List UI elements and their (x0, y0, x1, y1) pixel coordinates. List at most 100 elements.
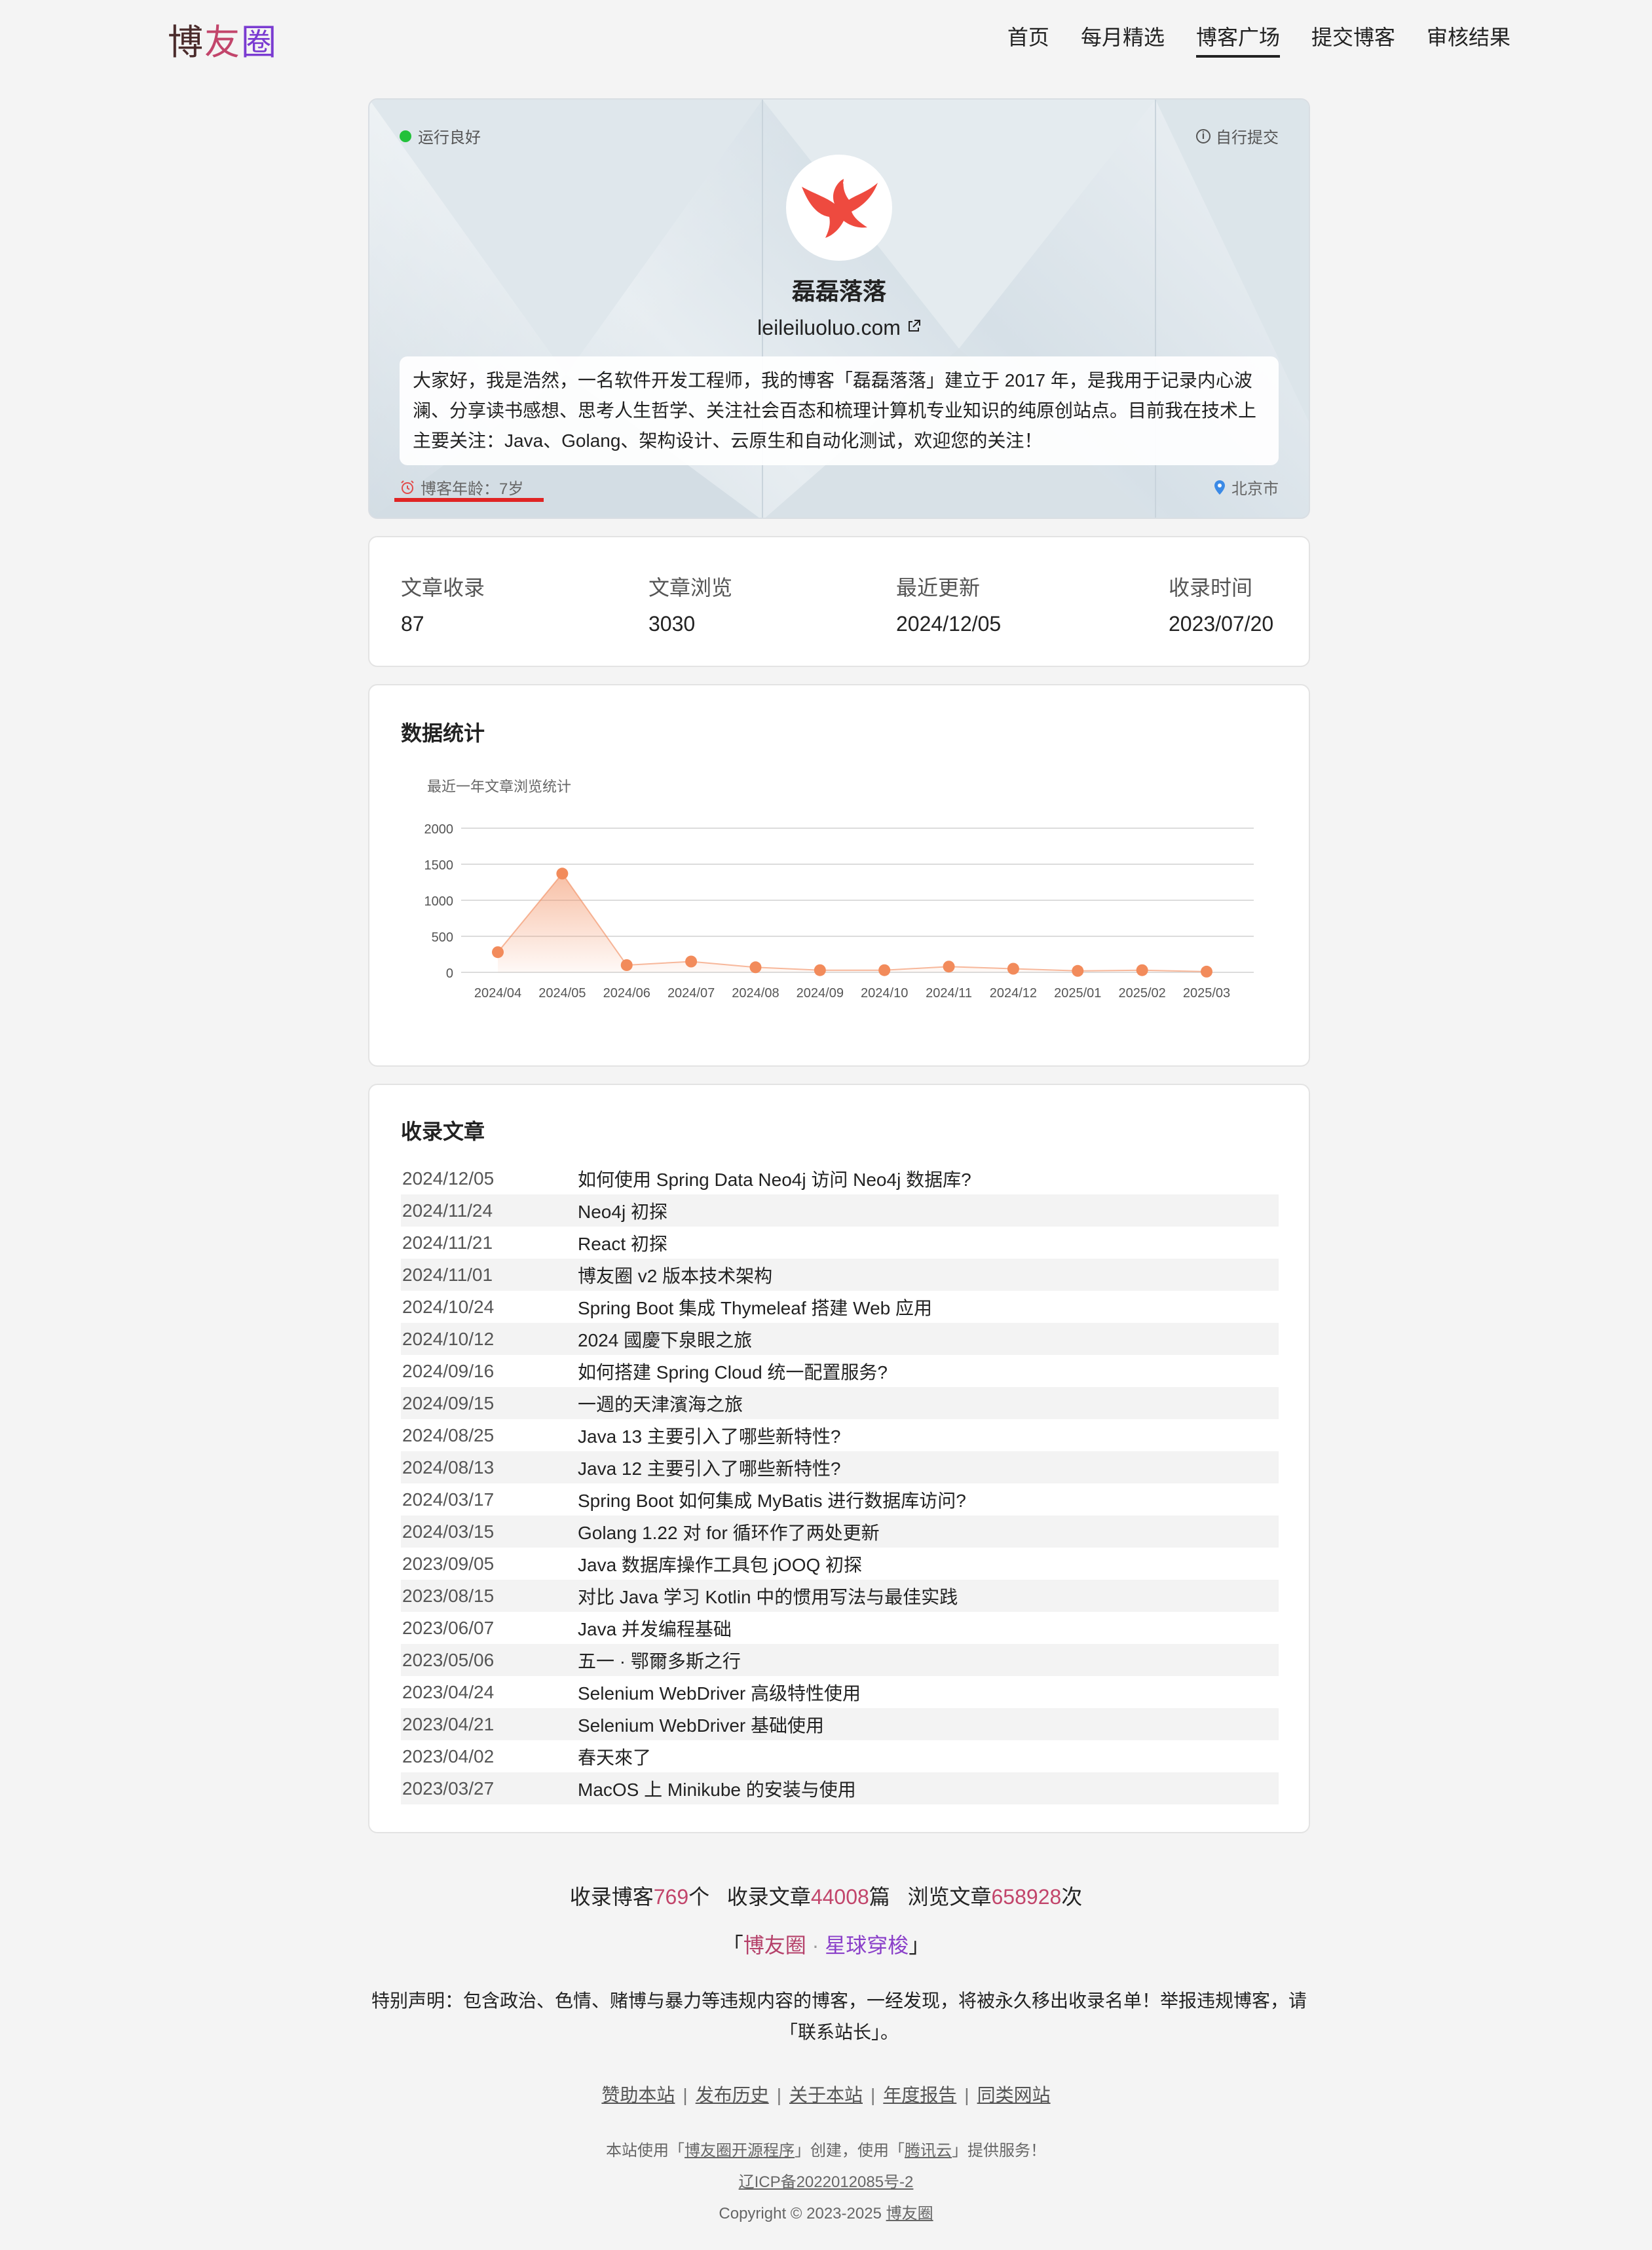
top-nav: 博友圈 首页 每月精选 博客广场 提交博客 审核结果 (0, 0, 1652, 72)
article-date: 2024/12/05 (402, 1168, 495, 1189)
site-logo[interactable]: 博友圈 (168, 13, 278, 65)
footer-links: 赞助本站 | 发布历史 | 关于本站 | 年度报告 | 同类网站 (601, 2085, 1051, 2105)
article-title[interactable]: 五一 · 鄂爾多斯之行 (578, 1647, 741, 1673)
slogan-dot: · (806, 1934, 825, 1957)
link-tencent-cloud[interactable]: 腾讯云 (905, 2142, 952, 2160)
chart-point[interactable] (1136, 964, 1148, 976)
article-row[interactable]: 2024/12/05 如何使用 Spring Data Neo4j 访问 Neo4… (401, 1162, 1279, 1194)
nav-monthly-picks[interactable]: 每月精选 (1081, 21, 1165, 58)
article-date: 2024/11/01 (402, 1264, 493, 1285)
slogan-bracket: 」 (909, 1934, 930, 1957)
eagle-icon (802, 179, 878, 238)
blog-site-text[interactable]: leileiluoluo.com (757, 316, 901, 339)
chart-point[interactable] (878, 964, 891, 976)
article-title[interactable]: 博友圈 v2 版本技术架构 (578, 1262, 772, 1288)
stat-label: 收录时间 (1169, 576, 1253, 600)
info-icon: i (1196, 128, 1211, 143)
article-date: 2023/06/07 (402, 1617, 495, 1638)
article-row[interactable]: 2023/04/24 Selenium WebDriver 高级特性使用 (401, 1676, 1279, 1708)
blog-age: 博客年龄：7岁 (400, 476, 523, 499)
article-title[interactable]: Neo4j 初探 (578, 1198, 667, 1224)
article-row[interactable]: 2024/03/17 Spring Boot 如何集成 MyBatis 进行数据库… (401, 1483, 1279, 1516)
article-row[interactable]: 2024/11/01 博友圈 v2 版本技术架构 (401, 1259, 1279, 1291)
article-row[interactable]: 2024/11/24 Neo4j 初探 (401, 1194, 1279, 1227)
link-annual-report[interactable]: 年度报告 (883, 2085, 956, 2105)
nav-submit-blog[interactable]: 提交博客 (1311, 21, 1395, 58)
footer-credit: 本站使用「博友圈开源程序」创建，使用「腾讯云」提供服务！ (0, 2137, 1652, 2160)
article-row[interactable]: 2024/10/24 Spring Boot 集成 Thymeleaf 搭建 We… (401, 1291, 1279, 1323)
article-title[interactable]: Selenium WebDriver 高级特性使用 (578, 1679, 861, 1706)
article-date: 2024/11/24 (402, 1200, 493, 1221)
article-row[interactable]: 2024/08/13 Java 12 主要引入了哪些新特性? (401, 1451, 1279, 1483)
article-row[interactable]: 2023/09/05 Java 数据库操作工具包 jOOQ 初探 (401, 1548, 1279, 1580)
link-release-history[interactable]: 发布历史 (696, 2085, 769, 2105)
article-title[interactable]: Java 并发编程基础 (578, 1615, 732, 1641)
submit-type: i 自行提交 (1196, 124, 1279, 147)
article-date: 2024/10/24 (402, 1296, 495, 1317)
article-row[interactable]: 2023/04/02 春天來了 (401, 1740, 1279, 1772)
link-similar-sites[interactable]: 同类网站 (977, 2085, 1051, 2105)
article-title[interactable]: Selenium WebDriver 基础使用 (578, 1711, 824, 1738)
article-title[interactable]: Java 数据库操作工具包 jOOQ 初探 (578, 1551, 862, 1577)
blog-site-link[interactable]: leileiluoluo.com (369, 316, 1309, 340)
chart-x-tick: 2024/06 (603, 986, 650, 1001)
article-row[interactable]: 2024/09/16 如何搭建 Spring Cloud 统一配置服务? (401, 1355, 1279, 1387)
article-title[interactable]: MacOS 上 Minikube 的安装与使用 (578, 1776, 856, 1802)
chart-point[interactable] (1007, 963, 1019, 975)
chart-point[interactable] (749, 961, 762, 974)
article-row[interactable]: 2023/05/06 五一 · 鄂爾多斯之行 (401, 1644, 1279, 1676)
article-title[interactable]: 一週的天津濱海之旅 (578, 1390, 743, 1417)
status-text: 运行良好 (418, 129, 481, 147)
summary-article-count: 44008 (810, 1885, 869, 1909)
article-title[interactable]: 如何搭建 Spring Cloud 统一配置服务? (578, 1358, 888, 1384)
section-title: 收录文章 (401, 1120, 485, 1143)
summary-blog-count: 769 (653, 1885, 689, 1909)
article-row[interactable]: 2024/09/15 一週的天津濱海之旅 (401, 1387, 1279, 1419)
article-row[interactable]: 2023/04/21 Selenium WebDriver 基础使用 (401, 1708, 1279, 1740)
article-row[interactable]: 2024/08/25 Java 13 主要引入了哪些新特性? (401, 1419, 1279, 1451)
article-title[interactable]: Golang 1.22 对 for 循环作了两处更新 (578, 1519, 880, 1545)
article-title[interactable]: 对比 Java 学习 Kotlin 中的惯用写法与最佳实践 (578, 1583, 958, 1609)
link-copyright-site[interactable]: 博友圈 (886, 2205, 933, 2222)
article-row[interactable]: 2023/08/15 对比 Java 学习 Kotlin 中的惯用写法与最佳实践 (401, 1580, 1279, 1612)
link-about[interactable]: 关于本站 (789, 2085, 863, 2105)
chart-x-tick: 2025/02 (1118, 986, 1165, 1001)
article-row[interactable]: 2024/10/12 2024 國慶下泉眼之旅 (401, 1323, 1279, 1355)
article-title[interactable]: 如何使用 Spring Data Neo4j 访问 Neo4j 数据库? (578, 1166, 971, 1192)
nav-blog-square[interactable]: 博客广场 (1195, 21, 1280, 58)
article-row[interactable]: 2024/11/21 React 初探 (401, 1227, 1279, 1259)
notice-line-2[interactable]: 「联系站长」。 (368, 2017, 1310, 2048)
article-title[interactable]: Spring Boot 如何集成 MyBatis 进行数据库访问? (578, 1487, 966, 1513)
link-icp[interactable]: 辽ICP备2022012085号-2 (739, 2173, 914, 2191)
article-row[interactable]: 2023/03/27 MacOS 上 Minikube 的安装与使用 (401, 1772, 1279, 1804)
run-status: 运行良好 (400, 124, 481, 147)
article-title[interactable]: Spring Boot 集成 Thymeleaf 搭建 Web 应用 (578, 1294, 932, 1320)
blog-location: 北京市 (1213, 476, 1279, 499)
chart-y-tick: 1000 (424, 894, 454, 909)
site-slogan: 「博友圈 · 星球穿梭」 (0, 1929, 1652, 1959)
article-title[interactable]: Java 12 主要引入了哪些新特性? (578, 1455, 840, 1481)
nav-home[interactable]: 首页 (1007, 21, 1049, 58)
chart-point[interactable] (685, 955, 698, 968)
article-title[interactable]: 春天來了 (578, 1744, 651, 1770)
link-open-source[interactable]: 博友圈开源程序 (685, 2142, 795, 2160)
nav-review-results[interactable]: 审核结果 (1427, 21, 1511, 58)
chart-point[interactable] (943, 961, 955, 973)
chart-point[interactable] (492, 946, 504, 959)
article-row[interactable]: 2024/03/15 Golang 1.22 对 for 循环作了两处更新 (401, 1516, 1279, 1548)
article-title[interactable]: Java 13 主要引入了哪些新特性? (578, 1422, 840, 1449)
summary-unit: 次 (1061, 1885, 1083, 1909)
chart-area-fill (498, 873, 1207, 972)
chart-point[interactable] (1072, 964, 1084, 977)
chart-point[interactable] (814, 964, 826, 976)
article-title[interactable]: React 初探 (578, 1230, 667, 1256)
slogan-part2[interactable]: 星球穿梭 (825, 1934, 909, 1957)
link-sponsor[interactable]: 赞助本站 (601, 2085, 675, 2105)
article-title[interactable]: 2024 國慶下泉眼之旅 (578, 1326, 752, 1352)
chart-point[interactable] (620, 959, 633, 971)
stat-value: 87 (401, 612, 424, 636)
chart-point[interactable] (1201, 965, 1212, 978)
logo-char-1: 博 (168, 23, 204, 62)
article-row[interactable]: 2023/06/07 Java 并发编程基础 (401, 1612, 1279, 1644)
chart-point[interactable] (556, 868, 569, 880)
